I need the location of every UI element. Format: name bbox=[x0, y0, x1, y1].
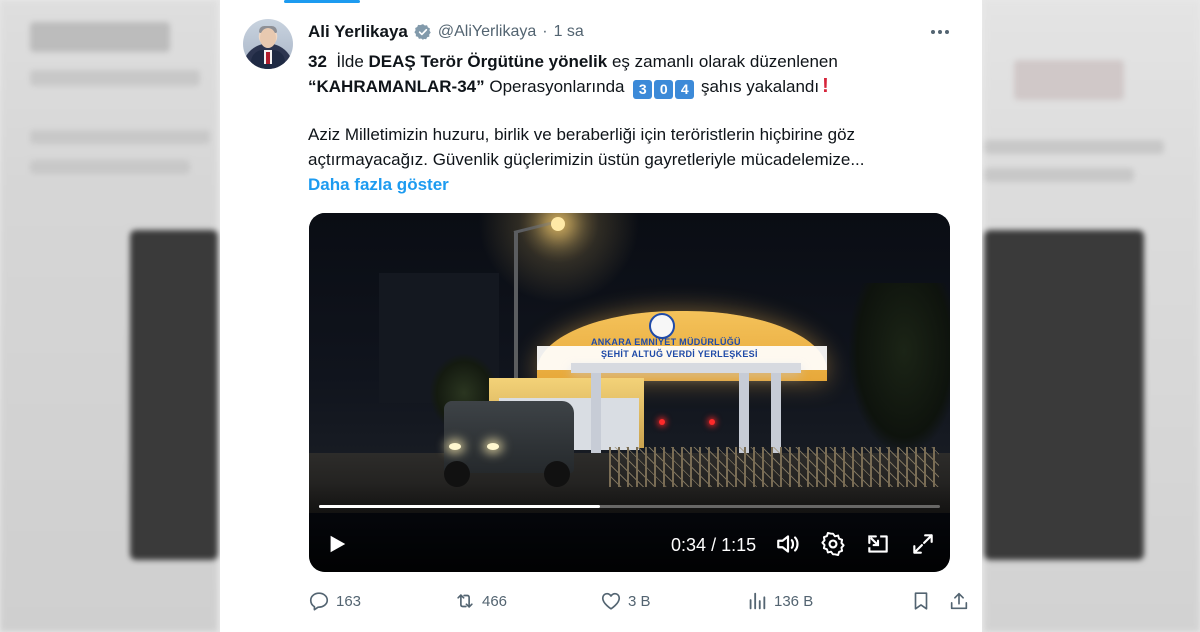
like-heart-icon bbox=[601, 592, 621, 610]
tweet-para2-line1: Aziz Milletimizin huzuru, birlik ve bera… bbox=[308, 125, 856, 144]
tweet-para2-line2: açtırmayacağız. Güvenlik güçlerimizin üs… bbox=[308, 150, 865, 169]
tweet-header: Ali Yerlikaya @AliYerlikaya · 1 sa bbox=[308, 21, 584, 43]
gate-sign-line2: ŞEHİT ALTUĞ VERDİ YERLEŞKESİ bbox=[601, 349, 758, 359]
background-blur-right bbox=[984, 0, 1200, 632]
video-progress-bar[interactable] bbox=[319, 505, 940, 508]
author-name[interactable]: Ali Yerlikaya bbox=[308, 22, 408, 42]
digit-box: 3 bbox=[633, 80, 653, 99]
line2-mid: Operasyonlarında bbox=[489, 77, 625, 96]
like-count: 3 B bbox=[628, 592, 651, 610]
pip-icon[interactable] bbox=[865, 531, 891, 557]
tweet-text: 32 İlde DEAŞ Terör Örgütüne yönelik eş z… bbox=[308, 49, 968, 197]
digit-box: 0 bbox=[654, 80, 674, 99]
gate-sign-line1: ANKARA EMNİYET MÜDÜRLÜĞÜ bbox=[591, 337, 741, 347]
settings-gear-icon[interactable] bbox=[820, 531, 846, 557]
verified-badge-icon[interactable] bbox=[414, 23, 432, 41]
line2-rest: şahıs yakalandı bbox=[700, 77, 820, 96]
author-handle[interactable]: @AliYerlikaya bbox=[438, 23, 536, 41]
play-icon[interactable] bbox=[326, 533, 348, 555]
tweet-line-2: “KAHRAMANLAR-34” Operasyonlarında 304 şa… bbox=[308, 74, 968, 99]
digit-box: 4 bbox=[675, 80, 695, 99]
share-button[interactable] bbox=[948, 588, 970, 614]
video-duration: 1:15 bbox=[721, 535, 757, 555]
video-current-time: 0:34 bbox=[671, 535, 707, 555]
tweet-actions: 163 466 3 B 136 B bbox=[308, 588, 968, 614]
avatar[interactable] bbox=[243, 19, 293, 69]
volume-icon[interactable] bbox=[775, 531, 801, 557]
repost-icon bbox=[457, 594, 473, 608]
video-time: 0:34 / 1:15 bbox=[671, 535, 756, 556]
line1-bold: DEAŞ Terör Örgütüne yönelik bbox=[368, 52, 608, 71]
share-icon bbox=[950, 592, 968, 610]
views-button[interactable]: 136 B bbox=[746, 588, 813, 614]
background-blur-left bbox=[0, 0, 218, 632]
exclamation-emoji: ! bbox=[822, 75, 829, 97]
video-time-separator: / bbox=[711, 535, 717, 555]
tab-indicator bbox=[284, 0, 360, 3]
line1-rest: eş zamanlı olarak düzenlenen bbox=[611, 52, 838, 71]
province-count: 32 bbox=[308, 52, 327, 71]
gate-barrier bbox=[609, 447, 939, 487]
reply-icon bbox=[309, 592, 329, 611]
views-count: 136 B bbox=[774, 592, 814, 610]
video-progress-fill bbox=[319, 505, 601, 508]
more-dots-icon[interactable] bbox=[928, 22, 952, 42]
video-player[interactable]: ANKARA EMNİYET MÜDÜRLÜĞÜ ŞEHİT ALTUĞ VER… bbox=[309, 213, 950, 572]
reply-count: 163 bbox=[336, 592, 362, 610]
line1-pre: İlde bbox=[336, 52, 364, 71]
bookmark-button[interactable] bbox=[910, 588, 932, 614]
tweet-line-1: 32 İlde DEAŞ Terör Örgütüne yönelik eş z… bbox=[308, 49, 968, 74]
reply-button[interactable]: 163 bbox=[308, 588, 361, 614]
views-chart-icon bbox=[749, 592, 766, 610]
street-lamp bbox=[551, 217, 565, 231]
tweet-time[interactable]: 1 sa bbox=[554, 23, 584, 41]
like-button[interactable]: 3 B bbox=[600, 588, 651, 614]
operation-name: “KAHRAMANLAR-34” bbox=[308, 77, 485, 96]
separator-dot: · bbox=[542, 23, 548, 40]
fullscreen-icon[interactable] bbox=[910, 531, 936, 557]
tweet-card[interactable]: Ali Yerlikaya @AliYerlikaya · 1 sa 32 İl… bbox=[220, 0, 982, 632]
repost-count: 466 bbox=[482, 592, 508, 610]
bookmark-icon bbox=[914, 592, 928, 610]
repost-button[interactable]: 466 bbox=[454, 588, 507, 614]
police-emblem-icon bbox=[649, 313, 675, 339]
show-more-link[interactable]: Daha fazla göster bbox=[308, 172, 968, 197]
